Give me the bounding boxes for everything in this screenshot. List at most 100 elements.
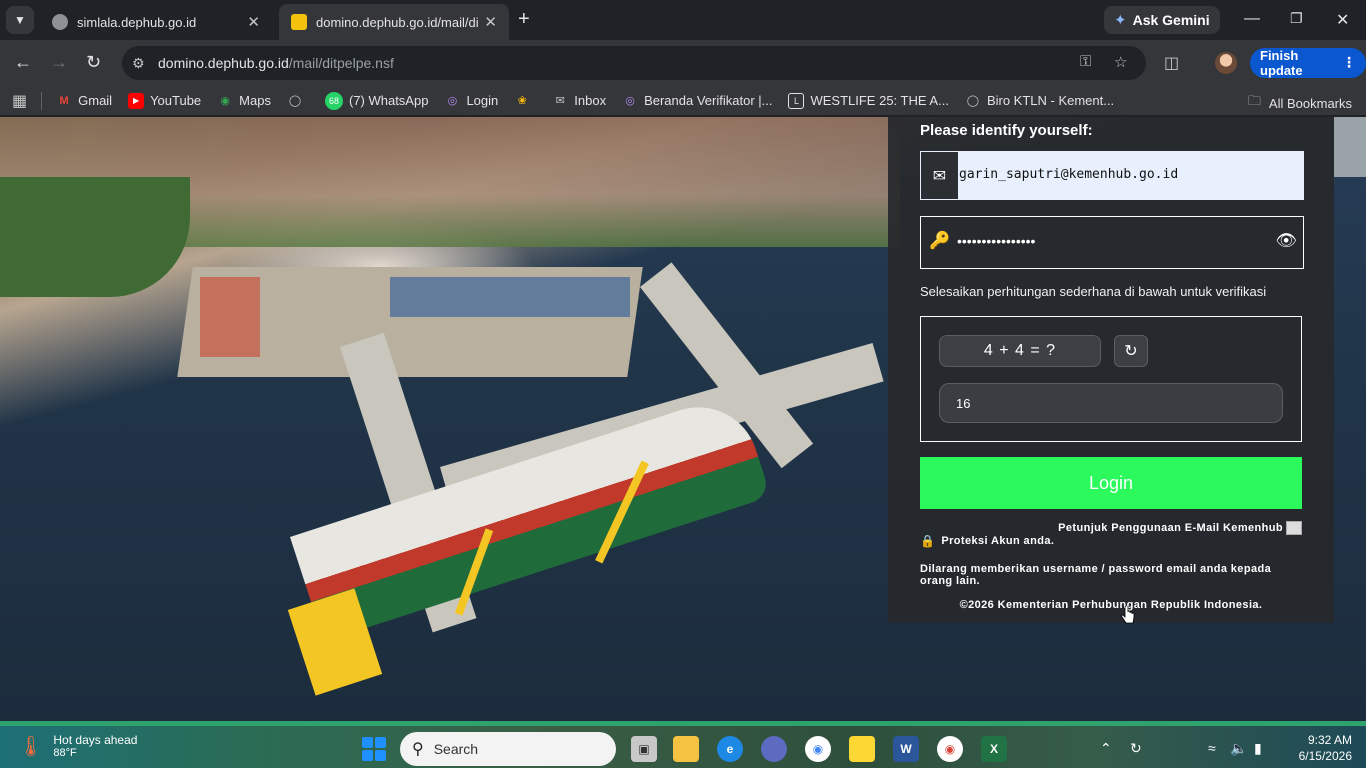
bookmark-westlife[interactable]: L WESTLIFE 25: THE A... [788, 92, 949, 109]
url-text: domino.dephub.go.id/mail/ditpelpe.nsf [158, 55, 394, 71]
bookmarks-separator [41, 91, 43, 110]
bookmark-label: Login [466, 93, 499, 108]
mail-icon: ✉ [555, 95, 565, 107]
excel-icon[interactable]: X [981, 736, 1007, 762]
extensions-icon[interactable]: ◫ [1164, 53, 1179, 73]
bookmark-login[interactable]: ◎ Login [444, 93, 499, 109]
wifi-icon[interactable]: ≈ [1208, 740, 1216, 756]
bookmark-label: Maps [239, 93, 271, 108]
back-icon[interactable]: ← [14, 52, 32, 72]
tab-strip: ▼ simlala.dephub.go.id ✕ domino.dephub.g… [0, 0, 1366, 40]
copilot-icon[interactable] [761, 736, 787, 762]
all-bookmarks-button[interactable]: 🗀 All Bookmarks [1248, 92, 1352, 114]
bookmark-whatsapp[interactable]: 68 (7) WhatsApp [324, 91, 429, 110]
email-field[interactable]: ✉ garin_saputri@kemenhub.go.id [920, 151, 1304, 200]
bookmark-inbox[interactable]: ✉ Inbox [552, 93, 606, 109]
word-icon[interactable]: W [893, 736, 919, 762]
close-tab-icon[interactable]: ✕ [247, 13, 260, 31]
address-bar[interactable]: ⚙ domino.dephub.go.id/mail/ditpelpe.nsf … [122, 46, 1146, 80]
captcha-question: 4 + 4 = ? [939, 335, 1101, 367]
tab-title: simlala.dephub.go.id [77, 14, 197, 30]
bookmark-label: Beranda Verifikator |... [644, 93, 773, 108]
bookmark-gmail[interactable]: M Gmail [56, 93, 113, 109]
bookmark-pinwheel[interactable]: ❀ [514, 93, 536, 109]
bookmark-beranda[interactable]: ◎ Beranda Verifikator |... [622, 93, 772, 109]
account-protection: 🔒 Proteksi Akun anda. [920, 534, 1054, 548]
captcha-refresh-icon[interactable]: ↻ [1114, 335, 1148, 367]
start-tile [375, 750, 386, 761]
finish-update-label: Finish update [1260, 48, 1303, 78]
task-view-icon[interactable]: ▣ [631, 736, 657, 762]
clock-time: 9:32 AM [1307, 733, 1352, 747]
start-button[interactable] [362, 737, 386, 761]
tab-simlala[interactable]: simlala.dephub.go.id ✕ [40, 4, 272, 40]
apps-grid-icon[interactable]: ▦ [12, 91, 27, 111]
password-value: •••••••••••••••• [957, 233, 1036, 249]
close-window-icon[interactable]: ✕ [1336, 10, 1349, 30]
bookmark-globe[interactable]: ◯ [287, 93, 309, 109]
minimize-icon[interactable]: — [1244, 10, 1260, 28]
search-icon: ⚲ [412, 741, 424, 758]
globe-icon: ◯ [288, 95, 302, 107]
copyright-text: ©2026 Kementerian Perhubungan Republik I… [959, 599, 1263, 611]
sync-icon[interactable]: ↻ [1130, 740, 1142, 757]
forward-icon[interactable]: → [50, 52, 68, 72]
ask-gemini-button[interactable]: ✦ Ask Gemini [1104, 6, 1220, 34]
restore-icon[interactable]: ❐ [1290, 10, 1303, 27]
site-info-icon[interactable]: ⚙ [132, 55, 152, 72]
captcha-box: 4 + 4 = ? ↻ 16 [920, 316, 1302, 442]
new-tab-button[interactable]: + [518, 9, 530, 29]
bookmark-star-icon[interactable]: ☆ [1114, 53, 1127, 71]
tab-domino[interactable]: domino.dephub.go.id/mail/ditp ✕ [279, 4, 509, 40]
user-guide-link[interactable]: Petunjuk Penggunaan E-Mail Kemenhub [1058, 521, 1302, 535]
chrome-icon[interactable]: ◉ [937, 736, 963, 762]
site-icon: L [788, 92, 805, 109]
envelope-icon: ✉ [921, 152, 958, 199]
verification-hint: Selesaikan perhitungan sederhana di bawa… [920, 284, 1267, 299]
sticky-notes-icon[interactable] [849, 736, 875, 762]
close-tab-icon[interactable]: ✕ [484, 13, 497, 31]
system-clock[interactable]: 9:32 AM 6/15/2026 [1299, 732, 1352, 764]
login-button[interactable]: Login [920, 457, 1302, 509]
url-host: domino.dephub.go.id [158, 55, 289, 71]
chrome-alt-icon[interactable]: ◉ [805, 736, 831, 762]
bookmark-label: WESTLIFE 25: THE A... [810, 93, 949, 108]
gmail-icon: M [59, 94, 69, 107]
whatsapp-icon: 68 [324, 91, 343, 110]
key-icon: 🔑 [929, 231, 951, 250]
start-tile [362, 737, 373, 748]
bookmark-biro-ktln[interactable]: ◯ Biro KTLN - Kement... [965, 93, 1114, 109]
pinwheel-icon: ❀ [517, 95, 527, 107]
bookmark-label: (7) WhatsApp [348, 93, 429, 108]
show-password-eye-icon[interactable]: 👁 [1275, 231, 1297, 251]
password-field[interactable]: 🔑 •••••••••••••••• 👁 [920, 216, 1304, 269]
search-placeholder: Search [433, 741, 479, 757]
tab-title: domino.dephub.go.id/mail/ditp [316, 14, 479, 30]
edge-icon[interactable]: e [717, 736, 743, 762]
broken-image-icon [1286, 521, 1302, 535]
bookmark-maps[interactable]: ◉ Maps [217, 93, 271, 109]
battery-icon[interactable]: ▮ [1254, 740, 1262, 757]
tab-search-button[interactable]: ▼ [6, 6, 34, 34]
taskbar-search[interactable]: ⚲ Search [400, 732, 616, 766]
site-icon: ◎ [625, 95, 635, 107]
captcha-answer-input[interactable]: 16 [939, 383, 1283, 423]
warning-text: Dilarang memberikan username / password … [920, 563, 1272, 587]
start-tile [375, 737, 386, 748]
password-key-icon[interactable]: ⚿ [1080, 53, 1091, 70]
start-tile [362, 750, 373, 761]
finish-update-button[interactable]: Finish update ⋮ [1250, 48, 1366, 78]
volume-icon[interactable]: 🔈 [1230, 740, 1247, 757]
globe-icon: ◯ [966, 95, 980, 107]
login-site-icon: ◎ [447, 95, 458, 107]
bookmarks-bar: ▦ M Gmail ▶ YouTube ◉ Maps ◯ 68 (7) What… [0, 86, 1366, 116]
bookmark-youtube[interactable]: ▶ YouTube [128, 92, 201, 109]
weather-widget[interactable]: 🌡 Hot days ahead 88°F [18, 733, 137, 759]
more-menu-icon[interactable]: ⋮ [1342, 54, 1356, 71]
show-hidden-icons[interactable]: ⌃ [1100, 740, 1112, 757]
browser-toolbar: ← → ↻ ⚙ domino.dephub.go.id/mail/ditpelp… [0, 40, 1366, 86]
file-explorer-icon[interactable] [673, 736, 699, 762]
thermometer-icon: 🌡 [18, 735, 44, 758]
profile-avatar[interactable] [1215, 52, 1237, 74]
reload-icon[interactable]: ↻ [86, 52, 101, 72]
